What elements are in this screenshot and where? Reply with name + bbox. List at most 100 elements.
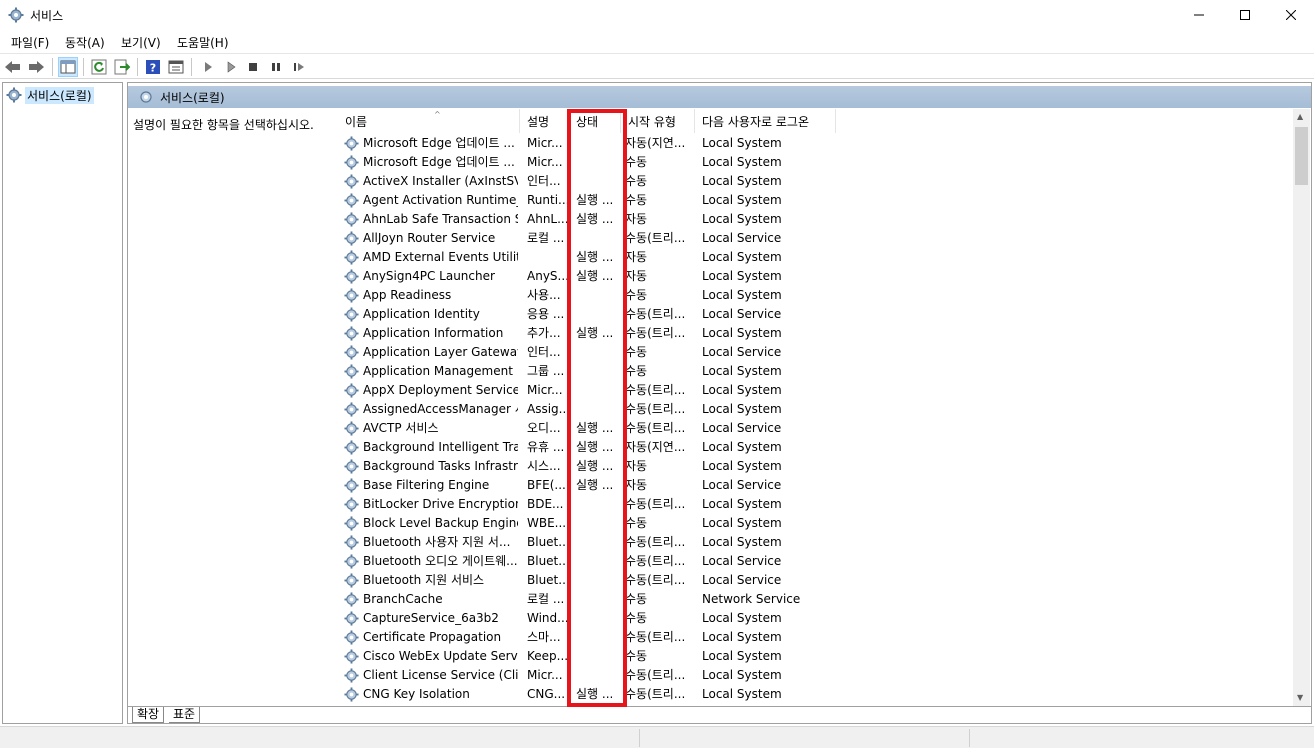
tab-standard[interactable]: 표준 xyxy=(169,707,201,723)
service-row[interactable]: Certificate Propagation 스마... 수동(트리... Loca… xyxy=(328,628,1288,647)
service-row[interactable]: CNG Key Isolation CNG... 실행 ... 수동(트리... Loc… xyxy=(328,685,1288,704)
service-row[interactable]: AMD External Events Utility 실행 ... 자동 Local… xyxy=(328,248,1288,267)
service-row[interactable]: Base Filtering Engine BFE(... 실행 ... 자동 Loca… xyxy=(328,476,1288,495)
service-gear-icon xyxy=(344,516,359,531)
service-row[interactable]: Client License Service (Clip... Micr... 수동… xyxy=(328,666,1288,685)
service-name: ActiveX Installer (AxInstSV) xyxy=(363,174,518,188)
service-row[interactable]: App Readiness 사용... 수동 Local System xyxy=(328,286,1288,305)
service-gear-icon xyxy=(344,497,359,512)
help-button[interactable]: ? xyxy=(143,57,163,77)
service-startup-type: 수동(트리... xyxy=(625,554,686,568)
service-name: Agent Activation Runtime_... xyxy=(363,193,518,207)
service-row[interactable]: AhnLab Safe Transaction S... AhnL... 실행 ..… xyxy=(328,210,1288,229)
column-description-label: 설명 xyxy=(527,114,550,129)
scroll-down-icon[interactable]: ▼ xyxy=(1297,693,1303,702)
service-row[interactable]: AllJoyn Router Service 로컬 ... 수동(트리... Loca… xyxy=(328,229,1288,248)
refresh-icon xyxy=(91,59,107,75)
service-row[interactable]: Block Level Backup Engine ... WBE... 수동 Loc… xyxy=(328,514,1288,533)
service-row[interactable]: Application Management 그룹 ... 수동 Local Syst… xyxy=(328,362,1288,381)
service-row[interactable]: BranchCache 로컬 ... 수동 Network Service xyxy=(328,590,1288,609)
service-gear-icon xyxy=(344,535,359,550)
column-header-description[interactable]: 설명 xyxy=(520,109,569,133)
service-startup-type: 수동(트리... xyxy=(625,402,686,416)
scrollbar-thumb[interactable] xyxy=(1295,127,1308,185)
pause-service-button[interactable] xyxy=(266,57,286,77)
service-logon-as: Local System xyxy=(702,535,782,549)
service-logon-as: Local System xyxy=(702,611,782,625)
service-description: Keep... xyxy=(527,649,569,663)
tab-extended[interactable]: 확장 xyxy=(132,707,165,723)
restart-icon xyxy=(294,63,304,71)
service-row[interactable]: Bluetooth 지원 서비스 Bluet... 수동(트리... Local Se… xyxy=(328,571,1288,590)
start-service-button[interactable] xyxy=(198,57,218,77)
service-logon-as: Local System xyxy=(702,326,782,340)
back-button[interactable] xyxy=(3,57,23,77)
service-row[interactable]: Bluetooth 오디오 게이트웨... Bluet... 수동(트리... Loc… xyxy=(328,552,1288,571)
description-text: 설명이 필요한 항목을 선택하십시오. xyxy=(133,118,314,132)
service-startup-type: 수동 xyxy=(625,155,648,169)
service-row[interactable]: AVCTP 서비스 오디... 실행 ... 수동(트리... Local Servic… xyxy=(328,419,1288,438)
service-row[interactable]: AnySign4PC Launcher AnyS... 실행 ... 자동 Local … xyxy=(328,267,1288,286)
column-name-label: 이름 xyxy=(345,114,368,129)
show-hide-console-tree-button[interactable] xyxy=(58,57,78,77)
menu-file[interactable]: 파일(F) xyxy=(11,34,49,51)
minimize-button[interactable] xyxy=(1176,0,1222,30)
service-name: Background Tasks Infrastru... xyxy=(363,459,518,473)
service-row[interactable]: AssignedAccessManager 서... Assig... 수동(트리.… xyxy=(328,400,1288,419)
service-startup-type: 수동 xyxy=(625,364,648,378)
service-description: 인터... xyxy=(527,345,561,359)
services-gear-icon xyxy=(140,91,152,103)
maximize-button[interactable] xyxy=(1222,0,1268,30)
service-description: BDE... xyxy=(527,497,564,511)
service-row[interactable]: Application Layer Gateway ... 인터... 수동 Loca… xyxy=(328,343,1288,362)
service-row[interactable]: BitLocker Drive Encryption ... BDE... 수동(트… xyxy=(328,495,1288,514)
close-button[interactable] xyxy=(1268,0,1314,30)
service-logon-as: Local System xyxy=(702,402,782,416)
column-header-logon-as[interactable]: 다음 사용자로 로그온 xyxy=(695,109,836,133)
toolbar-separator xyxy=(83,58,84,76)
service-name: AllJoyn Router Service xyxy=(363,231,496,245)
service-row[interactable]: Application Information 추가... 실행 ... 수동(트리.… xyxy=(328,324,1288,343)
toolbar: ? xyxy=(0,53,1314,79)
service-row[interactable]: Microsoft Edge 업데이트 ... Micr... 자동(지연... Lo… xyxy=(328,134,1288,153)
service-gear-icon xyxy=(344,687,359,702)
properties-button[interactable] xyxy=(166,57,186,77)
export-list-button[interactable] xyxy=(112,57,132,77)
menu-view[interactable]: 보기(V) xyxy=(121,34,161,51)
start-service-alt-button[interactable] xyxy=(221,57,241,77)
toolbar-separator xyxy=(52,58,53,76)
tree-item-services-local[interactable]: 서비스(로컬) xyxy=(6,86,94,104)
service-description: 그룹 ... xyxy=(527,364,565,378)
service-gear-icon xyxy=(344,307,359,322)
restart-service-button[interactable] xyxy=(289,57,309,77)
service-row[interactable]: AppX Deployment Service ... Micr... 수동(트리.… xyxy=(328,381,1288,400)
service-row[interactable]: ActiveX Installer (AxInstSV) 인터... 수동 Local… xyxy=(328,172,1288,191)
service-row[interactable]: Background Intelligent Tra... 유휴 ... 실행 ..… xyxy=(328,438,1288,457)
column-header-startup-type[interactable]: 시작 유형 xyxy=(621,109,695,133)
service-row[interactable]: Microsoft Edge 업데이트 ... Micr... 수동 Local Sy… xyxy=(328,153,1288,172)
service-description: Bluet... xyxy=(527,573,570,587)
menu-action[interactable]: 동작(A) xyxy=(65,34,105,51)
pane-header: 서비스(로컬) xyxy=(128,86,1311,108)
service-row[interactable]: Agent Activation Runtime_... Runti... 실행 .… xyxy=(328,191,1288,210)
menu-help[interactable]: 도움말(H) xyxy=(177,34,229,51)
service-row[interactable]: Cisco WebEx Update Service Keep... 수동 Local… xyxy=(328,647,1288,666)
column-header-name[interactable]: 이름 ^ xyxy=(338,109,520,133)
forward-button[interactable] xyxy=(26,57,46,77)
service-startup-type: 자동(지연... xyxy=(625,136,686,150)
service-row[interactable]: CaptureService_6a3b2 Wind... 수동 Local Syste… xyxy=(328,609,1288,628)
service-gear-icon xyxy=(344,174,359,189)
stop-service-button[interactable] xyxy=(243,57,263,77)
service-row[interactable]: Background Tasks Infrastru...시스...실행 ...… xyxy=(328,457,1288,476)
vertical-scrollbar[interactable]: ▲ ▼ xyxy=(1293,109,1310,707)
service-name: Cisco WebEx Update Service xyxy=(363,649,518,663)
help-icon: ? xyxy=(146,60,160,75)
service-startup-type: 수동(트리... xyxy=(625,630,686,644)
service-row[interactable]: Bluetooth 사용자 지원 서... Bluet... 수동(트리... Loc… xyxy=(328,533,1288,552)
scroll-up-icon[interactable]: ▲ xyxy=(1297,112,1303,121)
service-row[interactable]: Application Identity 응용 ... 수동(트리... Local … xyxy=(328,305,1288,324)
service-startup-type: 수동(트리... xyxy=(625,497,686,511)
refresh-button[interactable] xyxy=(89,57,109,77)
service-description: Runti... xyxy=(527,193,570,207)
service-name: AMD External Events Utility xyxy=(363,250,518,264)
